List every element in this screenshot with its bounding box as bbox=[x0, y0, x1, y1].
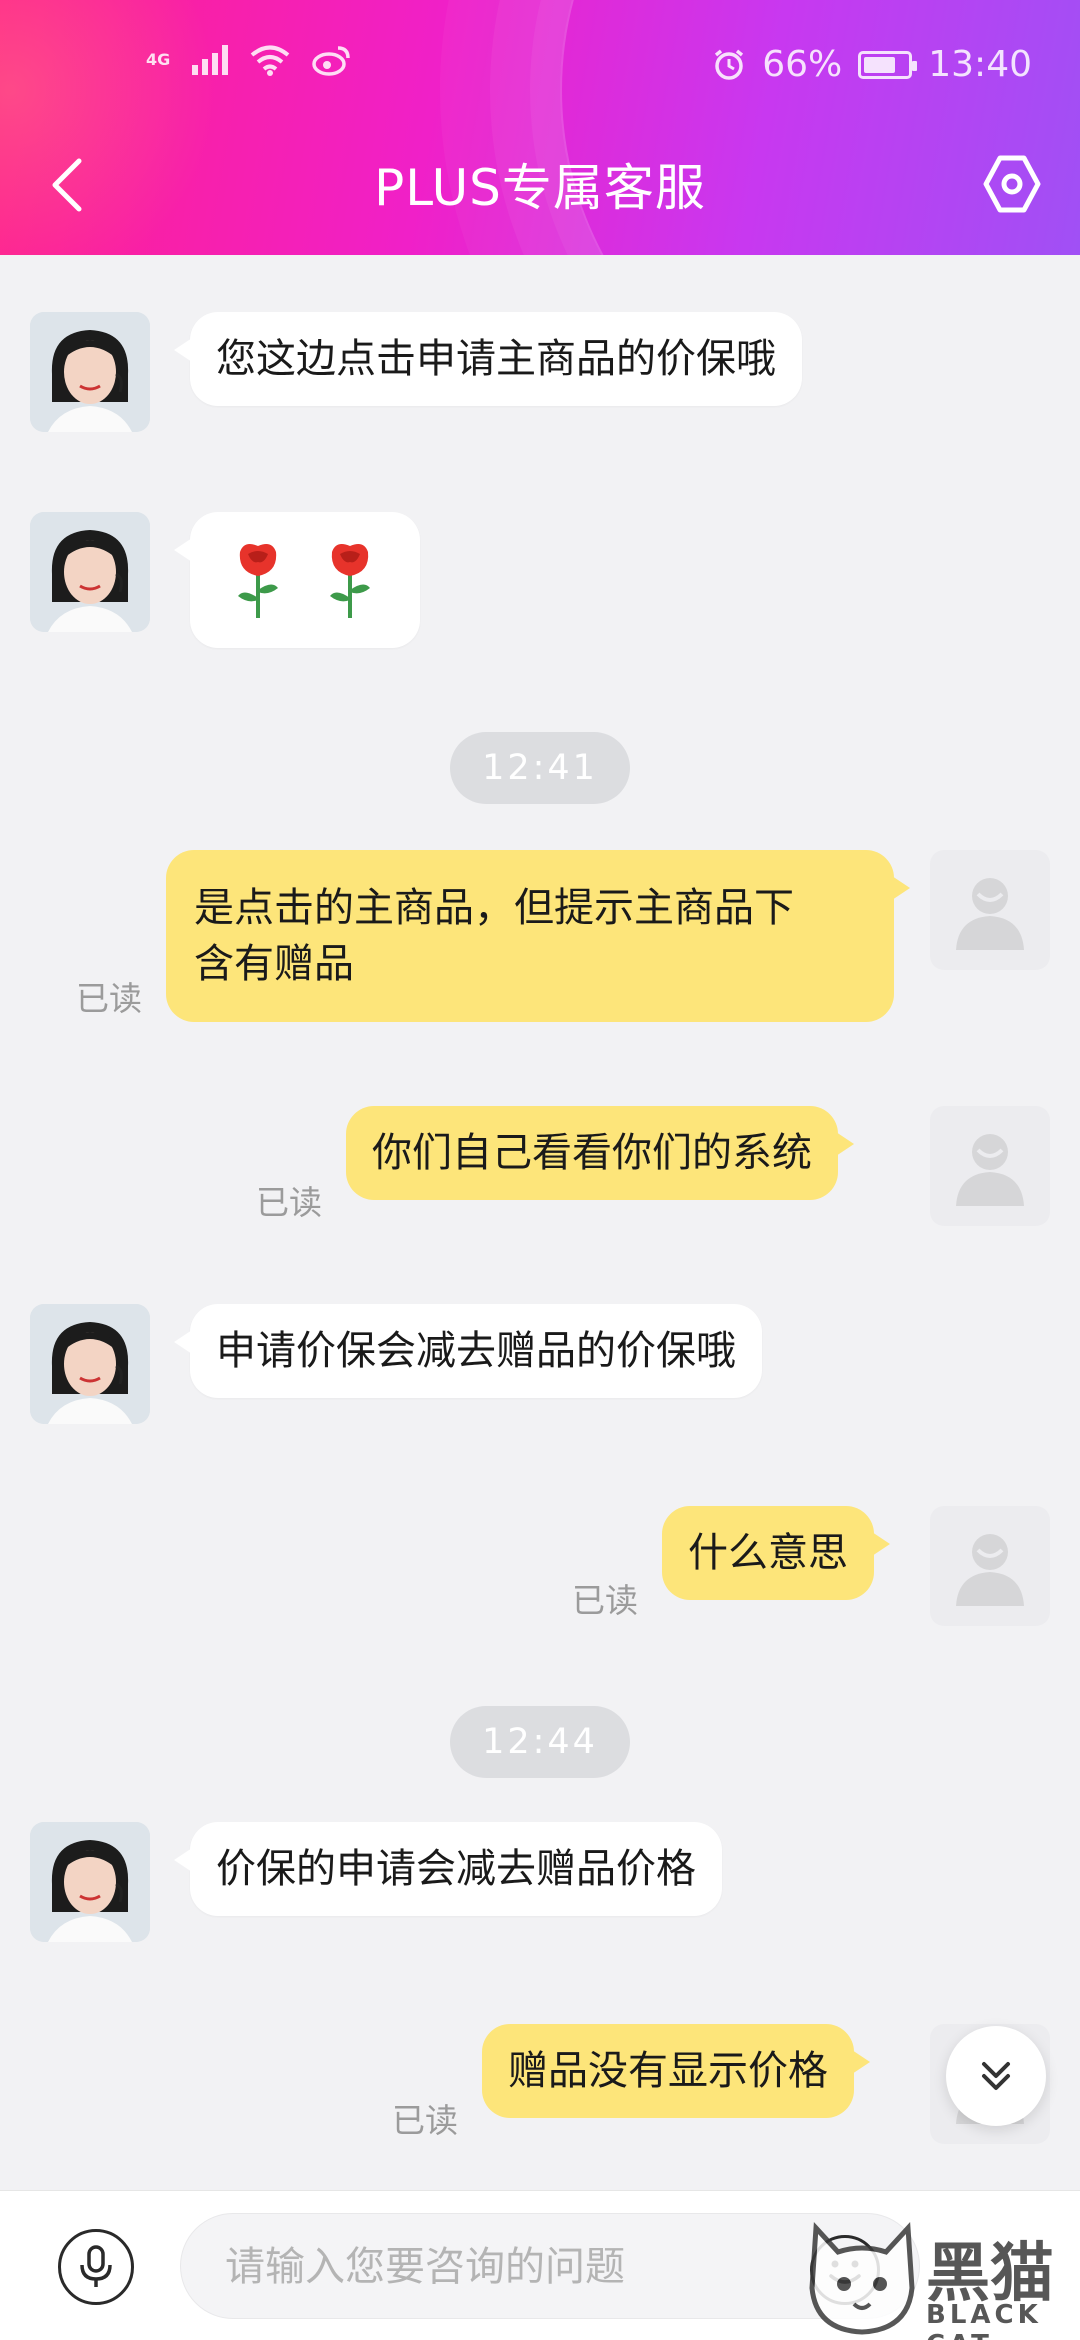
agent-avatar[interactable] bbox=[30, 512, 150, 632]
alarm-icon bbox=[715, 49, 744, 80]
read-status: 已读 bbox=[392, 2101, 458, 2140]
watermark-subtext: BLACK CAT bbox=[926, 2300, 1042, 2340]
network-label: 4G bbox=[146, 50, 171, 69]
message-bubble[interactable]: 是点击的主商品，但提示主商品下 含有赠品 bbox=[166, 850, 910, 1022]
agent-avatar[interactable] bbox=[30, 1822, 150, 1942]
battery-icon bbox=[858, 50, 918, 79]
scroll-to-bottom-button[interactable] bbox=[946, 2026, 1046, 2126]
user-avatar[interactable] bbox=[930, 1106, 1050, 1226]
user-avatar-icon bbox=[956, 1534, 1024, 1606]
user-avatar-icon bbox=[956, 878, 1024, 950]
signal-icon bbox=[192, 45, 229, 75]
read-status: 已读 bbox=[572, 1581, 638, 1620]
message-bubble[interactable]: 赠品没有显示价格 bbox=[482, 2024, 870, 2118]
read-status: 已读 bbox=[76, 979, 142, 1018]
nav-bar: PLUS专属客服 bbox=[0, 140, 1080, 230]
black-cat-logo-icon bbox=[809, 2222, 915, 2335]
wifi-icon bbox=[250, 45, 290, 76]
message-bubble[interactable]: 什么意思 bbox=[662, 1506, 890, 1600]
message-line: 是点击的主商品，但提示主商品下 bbox=[194, 885, 794, 931]
rose-icon bbox=[238, 544, 278, 618]
gear-icon bbox=[983, 155, 1041, 213]
agent-avatar-icon bbox=[30, 1822, 150, 1942]
message-line: 含有赠品 bbox=[194, 941, 354, 987]
weibo-icon bbox=[312, 46, 351, 76]
message-bubble[interactable]: 价保的申请会减去赠品价格 bbox=[174, 1822, 722, 1916]
settings-button[interactable] bbox=[972, 144, 1052, 224]
double-chevron-down-icon bbox=[982, 2062, 1010, 2090]
voice-button[interactable] bbox=[58, 2229, 134, 2305]
message-bubble[interactable]: 申请价保会减去赠品的价保哦 bbox=[174, 1304, 762, 1398]
watermark: 黑猫 BLACK CAT bbox=[808, 2218, 1070, 2340]
agent-avatar-icon bbox=[30, 512, 150, 632]
agent-avatar[interactable] bbox=[30, 1304, 150, 1424]
status-left: 4G bbox=[146, 44, 352, 76]
message-bubble[interactable]: 🌹 🌹 bbox=[174, 512, 420, 648]
agent-avatar-icon bbox=[30, 1304, 150, 1424]
agent-avatar-icon bbox=[30, 312, 150, 432]
battery-percent: 66% bbox=[762, 44, 843, 85]
agent-avatar[interactable] bbox=[30, 312, 150, 432]
rose-icon bbox=[330, 544, 370, 618]
status-time: 13:40 bbox=[928, 44, 1032, 85]
status-bar: 4G 66% 13:40 bbox=[0, 0, 1080, 135]
read-status: 已读 bbox=[256, 1183, 322, 1222]
timestamp: 12:41 bbox=[450, 732, 630, 804]
header: 4G 66% 13:40 PLUS专属客服 bbox=[0, 0, 1080, 255]
page-title: PLUS专属客服 bbox=[374, 159, 706, 217]
user-avatar[interactable] bbox=[930, 1506, 1050, 1626]
microphone-icon bbox=[80, 2245, 112, 2287]
timestamp: 12:44 bbox=[450, 1706, 630, 1778]
user-avatar-icon bbox=[956, 1134, 1024, 1206]
message-bubble[interactable]: 你们自己看看你们的系统 bbox=[346, 1106, 854, 1200]
user-avatar[interactable] bbox=[930, 850, 1050, 970]
message-bubble[interactable]: 您这边点击申请主商品的价保哦 bbox=[174, 312, 802, 406]
status-right: 66% 13:40 bbox=[712, 44, 1032, 85]
